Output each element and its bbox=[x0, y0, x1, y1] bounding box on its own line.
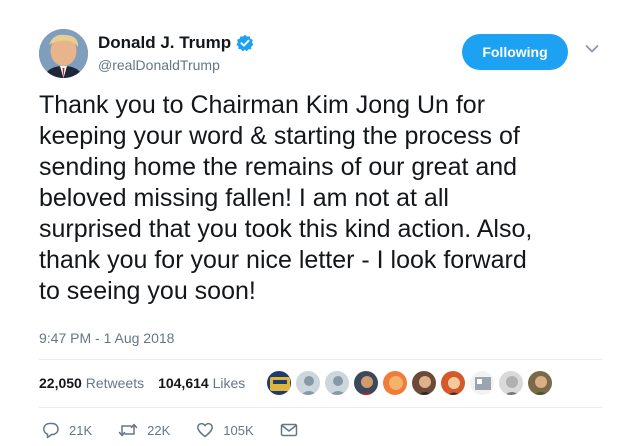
liker-avatar[interactable] bbox=[324, 370, 350, 396]
reply-count: 21K bbox=[69, 422, 93, 438]
liker-avatar[interactable] bbox=[266, 370, 292, 396]
reply-action[interactable]: 21K bbox=[42, 421, 92, 439]
tweet-actions: 21K 22K 105K bbox=[42, 421, 333, 439]
retweets-stat[interactable]: 22,050 Retweets bbox=[39, 375, 144, 391]
likes-stat[interactable]: 104,614 Likes bbox=[158, 375, 245, 391]
chevron-down-icon[interactable] bbox=[585, 44, 599, 54]
author-handle[interactable]: @realDonaldTrump bbox=[98, 57, 220, 73]
retweets-label: Retweets bbox=[85, 375, 145, 391]
envelope-icon bbox=[280, 423, 297, 437]
liker-avatar[interactable] bbox=[469, 370, 495, 396]
liker-avatar[interactable] bbox=[295, 370, 321, 396]
reply-icon bbox=[43, 422, 59, 439]
direct-message-action[interactable] bbox=[280, 422, 307, 438]
retweet-icon bbox=[118, 423, 138, 437]
divider bbox=[39, 407, 602, 408]
retweet-action[interactable]: 22K bbox=[118, 421, 170, 439]
liker-avatars bbox=[266, 370, 556, 396]
tweet-timestamp[interactable]: 9:47 PM - 1 Aug 2018 bbox=[39, 330, 174, 346]
tweet-card: Donald J. Trump @realDonaldTrump Followi… bbox=[0, 0, 640, 446]
liker-avatar[interactable] bbox=[527, 370, 553, 396]
tweet-stats: 22,050 Retweets 104,614 Likes bbox=[39, 375, 259, 391]
liker-avatar[interactable] bbox=[411, 370, 437, 396]
liker-avatar[interactable] bbox=[382, 370, 408, 396]
author-name[interactable]: Donald J. Trump bbox=[98, 33, 231, 53]
retweets-count: 22,050 bbox=[39, 375, 82, 391]
author-avatar[interactable] bbox=[39, 29, 88, 78]
heart-icon bbox=[197, 422, 214, 438]
tweet-text: Thank you to Chairman Kim Jong Un for ke… bbox=[39, 91, 533, 305]
liker-avatar[interactable] bbox=[440, 370, 466, 396]
likes-label: Likes bbox=[212, 375, 246, 391]
retweet-count: 22K bbox=[147, 422, 171, 438]
likes-count: 104,614 bbox=[158, 375, 209, 391]
author-name-row: Donald J. Trump bbox=[98, 33, 254, 53]
divider bbox=[39, 359, 602, 360]
like-action[interactable]: 105K bbox=[196, 421, 254, 439]
avatar-photo-icon bbox=[39, 29, 88, 78]
liker-avatar[interactable] bbox=[498, 370, 524, 396]
verified-badge-icon bbox=[236, 34, 254, 52]
following-button[interactable]: Following bbox=[462, 34, 568, 70]
like-count: 105K bbox=[223, 422, 254, 438]
liker-avatar[interactable] bbox=[353, 370, 379, 396]
